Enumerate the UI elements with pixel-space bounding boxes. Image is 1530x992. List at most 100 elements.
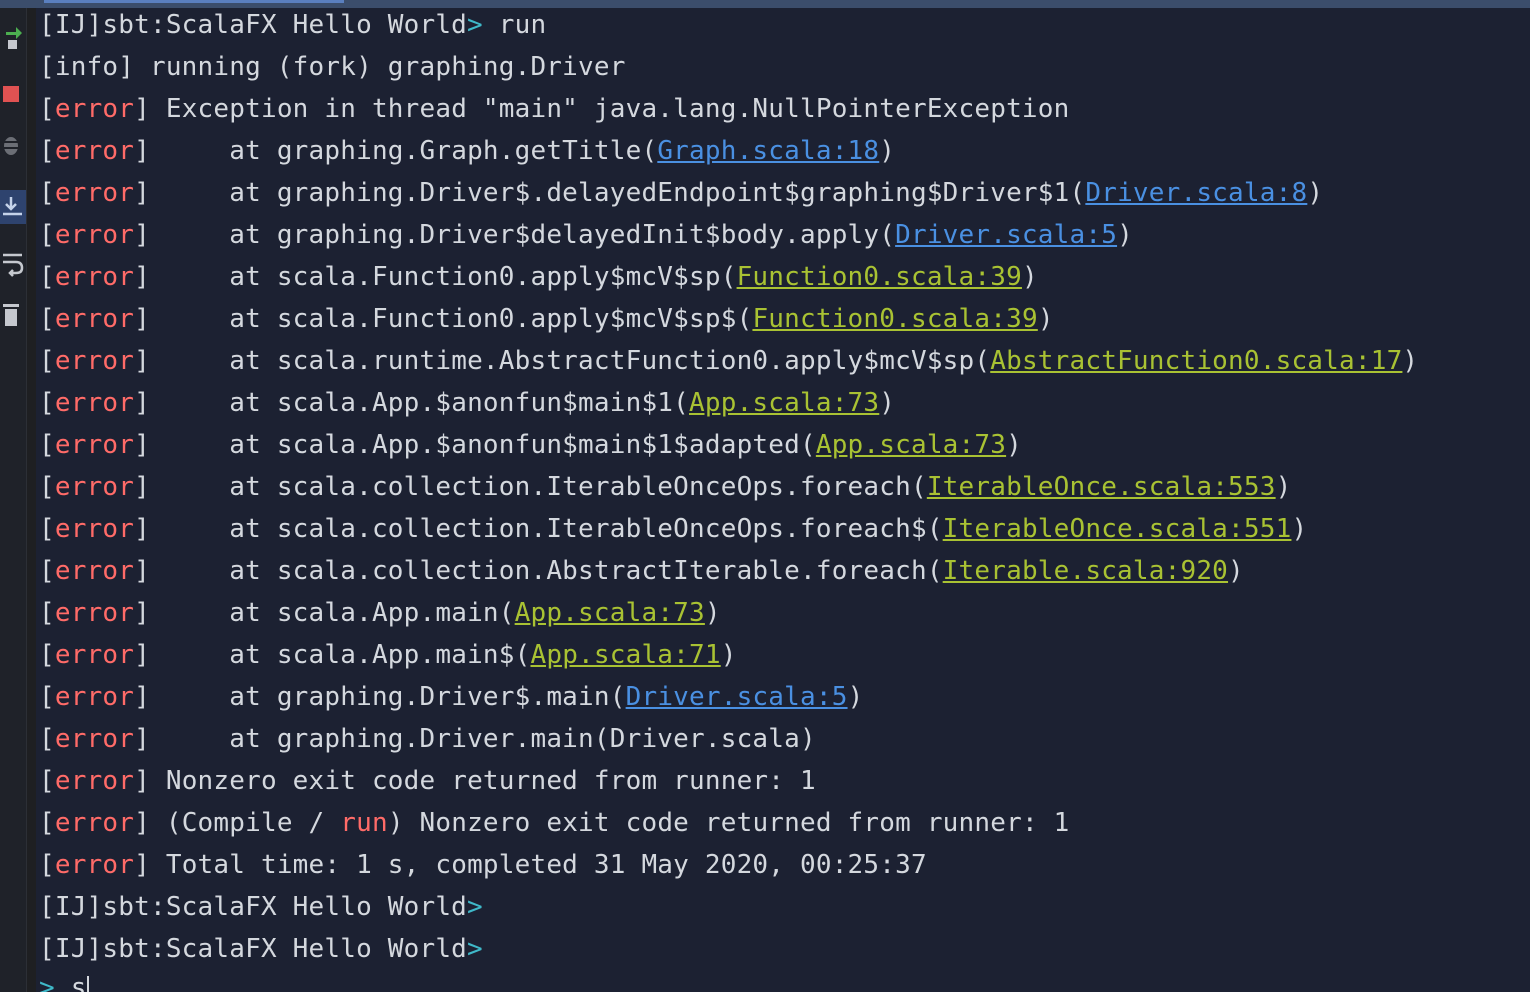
source-link[interactable]: Graph.scala:18 bbox=[657, 136, 879, 166]
debug-icon[interactable] bbox=[0, 128, 26, 162]
nonzero-exit-line: [error] Nonzero exit code returned from … bbox=[39, 763, 816, 799]
stack-frame-tail: ) bbox=[1291, 514, 1308, 544]
error-tag-open: [ bbox=[39, 388, 55, 418]
console-toolbar bbox=[0, 8, 27, 992]
error-tag-close: ] bbox=[134, 808, 150, 838]
prompt-text: [IJ]sbt:ScalaFX Hello World bbox=[39, 10, 468, 40]
source-link[interactable]: IterableOnce.scala:553 bbox=[927, 472, 1276, 502]
scroll-to-end-icon[interactable] bbox=[0, 190, 26, 224]
source-link[interactable]: Driver.scala:5 bbox=[895, 220, 1117, 250]
error-tag-close: ] bbox=[134, 850, 150, 880]
input-typed[interactable]: s bbox=[55, 973, 87, 992]
stack-frame-text: at scala.collection.AbstractIterable.for… bbox=[150, 556, 943, 586]
stack-frame-tail: ) bbox=[1402, 346, 1419, 376]
error-tag-word: error bbox=[54, 514, 135, 544]
error-tag-close: ] bbox=[134, 430, 150, 460]
source-link[interactable]: Driver.scala:8 bbox=[1085, 178, 1307, 208]
info-tag: [info] bbox=[39, 52, 135, 82]
error-tag-open: [ bbox=[39, 598, 55, 628]
error-tag-word: error bbox=[54, 724, 135, 754]
exception-text: Exception in thread "main" java.lang.Nul… bbox=[150, 94, 1070, 124]
error-tag-word: error bbox=[54, 850, 135, 880]
info-line: [info] running (fork) graphing.Driver bbox=[39, 49, 626, 85]
error-tag-close: ] bbox=[134, 682, 150, 712]
error-tag-word: error bbox=[54, 430, 135, 460]
source-link[interactable]: Function0.scala:39 bbox=[752, 304, 1037, 334]
prompt-arrow: > bbox=[467, 892, 483, 922]
error-tag-open: [ bbox=[39, 514, 55, 544]
stack-frame-text: at scala.App.$anonfun$main$1( bbox=[150, 388, 690, 418]
source-link[interactable]: Driver.scala:5 bbox=[626, 682, 848, 712]
source-link[interactable]: App.scala:73 bbox=[515, 598, 705, 628]
stack-frame-tail: ) bbox=[720, 640, 737, 670]
info-text: running (fork) graphing.Driver bbox=[134, 52, 626, 82]
stack-line: [error] at scala.App.main(App.scala:73) bbox=[39, 595, 721, 631]
error-tag-open: [ bbox=[39, 682, 55, 712]
stop-icon[interactable] bbox=[0, 76, 26, 110]
error-tag-close: ] bbox=[134, 94, 150, 124]
exception-line: [error] Exception in thread "main" java.… bbox=[39, 91, 1070, 127]
error-tag-word: error bbox=[54, 598, 135, 628]
error-tag-word: error bbox=[54, 262, 135, 292]
error-tag-close: ] bbox=[134, 472, 150, 502]
prompt-arrow: > bbox=[467, 10, 483, 40]
error-tag-close: ] bbox=[134, 136, 150, 166]
error-tag-word: error bbox=[54, 766, 135, 796]
stack-frame-text: at graphing.Driver$.main( bbox=[150, 682, 626, 712]
error-tag-close: ] bbox=[134, 262, 150, 292]
error-tag-open: [ bbox=[39, 136, 55, 166]
prompt-line: [IJ]sbt:ScalaFX Hello World> bbox=[39, 931, 483, 967]
top-strip-highlight bbox=[44, 0, 344, 3]
stack-line: [error] at scala.collection.AbstractIter… bbox=[39, 553, 1244, 589]
source-link[interactable]: IterableOnce.scala:551 bbox=[943, 514, 1292, 544]
error-tag-close: ] bbox=[134, 304, 150, 334]
compile-before: (Compile / bbox=[150, 808, 341, 838]
error-tag-close: ] bbox=[134, 556, 150, 586]
error-tag-close: ] bbox=[134, 598, 150, 628]
error-tag-open: [ bbox=[39, 472, 55, 502]
error-tag-open: [ bbox=[39, 430, 55, 460]
source-link[interactable]: AbstractFunction0.scala:17 bbox=[990, 346, 1402, 376]
input-line[interactable]: > s bbox=[39, 970, 89, 992]
prompt-line: [IJ]sbt:ScalaFX Hello World> bbox=[39, 889, 483, 925]
rerun-icon[interactable] bbox=[0, 18, 26, 52]
console-output[interactable]: [IJ]sbt:ScalaFX Hello World> run [info] … bbox=[36, 8, 1530, 992]
stack-frame-text: at graphing.Graph.getTitle( bbox=[150, 136, 658, 166]
error-tag-close: ] bbox=[134, 346, 150, 376]
input-arrow: > bbox=[39, 973, 55, 992]
stack-frame-text: at scala.App.main$( bbox=[150, 640, 531, 670]
compile-run-line: [error] (Compile / run) Nonzero exit cod… bbox=[39, 805, 1070, 841]
error-tag-close: ] bbox=[134, 388, 150, 418]
error-tag-close: ] bbox=[134, 766, 150, 796]
stack-frame-tail: ) bbox=[847, 682, 864, 712]
prompt-arrow: > bbox=[467, 934, 483, 964]
source-link[interactable]: App.scala:73 bbox=[689, 388, 879, 418]
stack-line: [error] at graphing.Driver.main(Driver.s… bbox=[39, 721, 816, 757]
error-tag-word: error bbox=[54, 472, 135, 502]
total-time-line: [error] Total time: 1 s, completed 31 Ma… bbox=[39, 847, 927, 883]
source-link[interactable]: App.scala:73 bbox=[816, 430, 1006, 460]
error-tag-open: [ bbox=[39, 766, 55, 796]
stack-frame-tail: ) bbox=[1021, 262, 1038, 292]
source-link[interactable]: App.scala:71 bbox=[530, 640, 720, 670]
error-tag-word: error bbox=[54, 556, 135, 586]
error-tag-close: ] bbox=[134, 178, 150, 208]
stack-line: [error] at scala.runtime.AbstractFunctio… bbox=[39, 343, 1418, 379]
stack-frame-text: at scala.App.main( bbox=[150, 598, 515, 628]
source-link[interactable]: Function0.scala:39 bbox=[737, 262, 1022, 292]
stack-frame-text: at graphing.Driver$delayedInit$body.appl… bbox=[150, 220, 896, 250]
error-tag-word: error bbox=[54, 808, 135, 838]
error-tag-open: [ bbox=[39, 220, 55, 250]
error-tag-open: [ bbox=[39, 94, 55, 124]
stack-line: [error] at graphing.Graph.getTitle(Graph… bbox=[39, 133, 895, 169]
error-tag-word: error bbox=[54, 346, 135, 376]
error-tag-open: [ bbox=[39, 850, 55, 880]
stack-line: [error] at graphing.Driver$.delayedEndpo… bbox=[39, 175, 1323, 211]
stack-line: [error] at scala.Function0.apply$mcV$sp(… bbox=[39, 259, 1038, 295]
error-tag-word: error bbox=[54, 94, 135, 124]
stack-line: [error] at scala.collection.IterableOnce… bbox=[39, 511, 1307, 547]
soft-wrap-icon[interactable] bbox=[0, 248, 26, 282]
nonzero-text: Nonzero exit code returned from runner: … bbox=[150, 766, 816, 796]
clear-icon[interactable] bbox=[0, 298, 26, 332]
source-link[interactable]: Iterable.scala:920 bbox=[943, 556, 1228, 586]
